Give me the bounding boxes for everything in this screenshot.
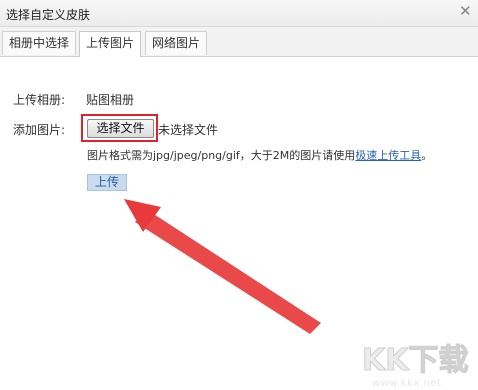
watermark-logo-text: KK下载 (362, 343, 469, 376)
watermark-url: www.kkx.net (372, 378, 442, 389)
watermark-logo: KK下载 (360, 340, 472, 379)
red-arrow-annotation (124, 199, 321, 334)
